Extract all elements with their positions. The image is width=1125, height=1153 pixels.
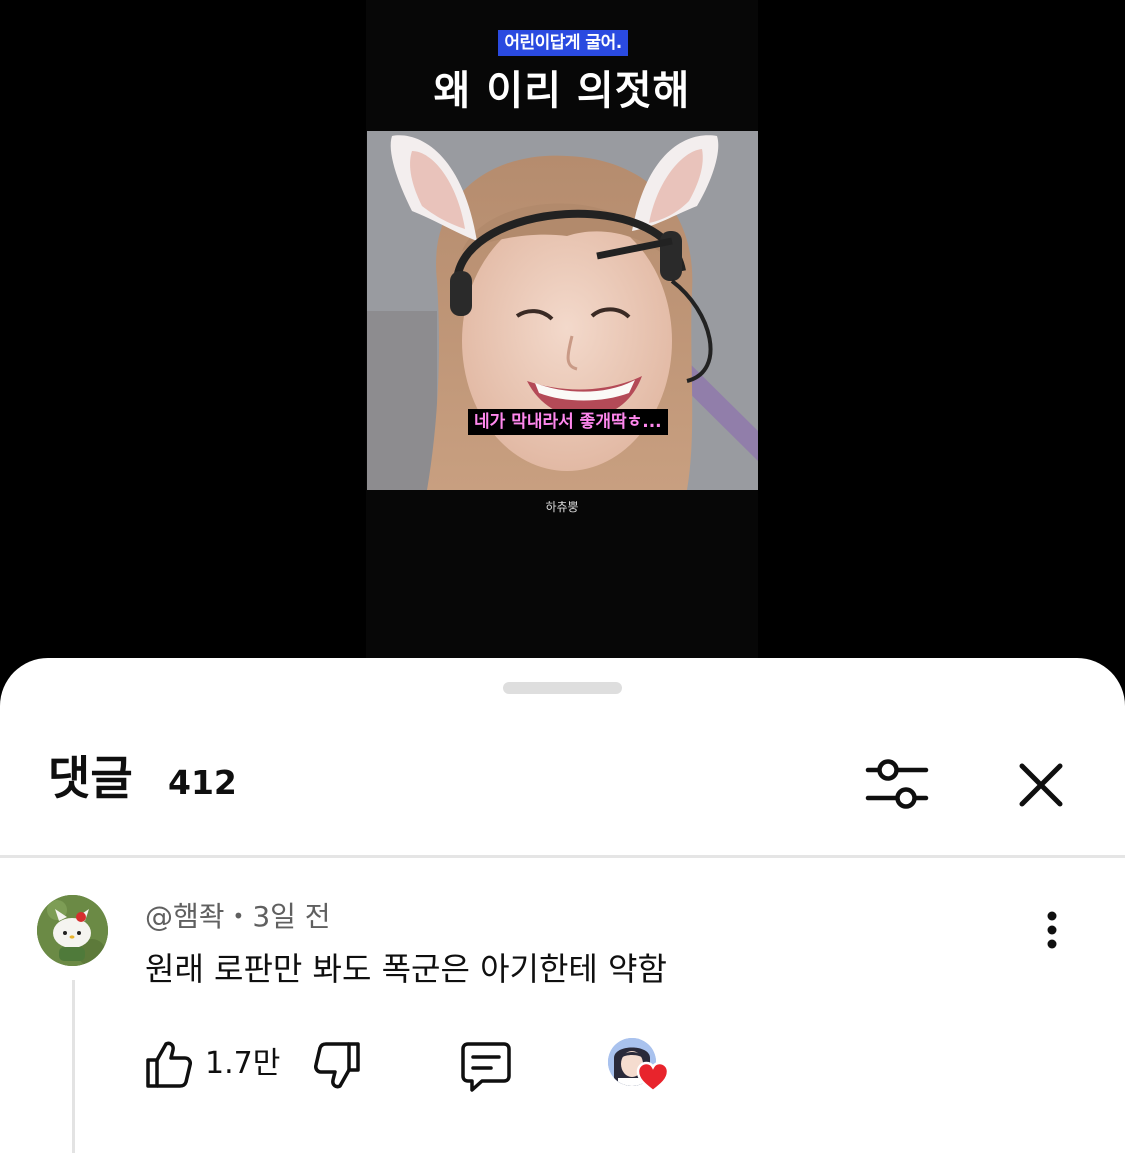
comment-icon[interactable] xyxy=(458,1038,514,1094)
like-count: 1.7만 xyxy=(205,1046,281,1081)
video-frame-image xyxy=(367,131,758,490)
header-divider xyxy=(0,855,1125,858)
heart-icon xyxy=(636,1061,670,1093)
reply-thread-line xyxy=(72,980,75,1153)
creator-heart-badge xyxy=(608,1038,672,1098)
comment-count: 412 xyxy=(168,763,237,802)
comment-text: 원래 로판만 봐도 폭군은 아기한테 약함 xyxy=(145,950,667,988)
video-player[interactable]: 어린이답게 굴어. 왜 이리 의젓해 네가 막내라서 좋개딱ㅎ... 하츄뿡 xyxy=(0,0,1125,700)
sheet-drag-handle[interactable] xyxy=(503,682,622,694)
video-top-caption: 어린이답게 굴어. xyxy=(498,30,628,56)
video-subtitle: 네가 막내라서 좋개딱ㅎ... xyxy=(468,409,668,435)
channel-watermark: 하츄뿡 xyxy=(545,500,579,514)
thumbs-down-icon[interactable] xyxy=(310,1038,366,1094)
more-vertical-icon[interactable] xyxy=(1030,908,1074,952)
sliders-icon[interactable] xyxy=(862,750,932,820)
comment-meta: @햄좍 • 3일 전 xyxy=(145,898,331,935)
comment-time: 3일 전 xyxy=(252,900,331,933)
avatar[interactable] xyxy=(37,895,108,966)
comment-author[interactable]: @햄좍 xyxy=(145,900,225,933)
comments-sheet: 댓글 412 @햄좍 • 3일 전 원래 로판만 봐도 폭군은 아기한테 약함 … xyxy=(0,658,1125,1153)
meta-separator: • xyxy=(232,904,245,928)
thumbs-up-icon[interactable] xyxy=(140,1036,196,1092)
video-title-overlay: 왜 이리 의젓해 xyxy=(433,68,691,114)
comments-title: 댓글 xyxy=(48,751,133,805)
close-icon[interactable] xyxy=(1006,750,1076,820)
